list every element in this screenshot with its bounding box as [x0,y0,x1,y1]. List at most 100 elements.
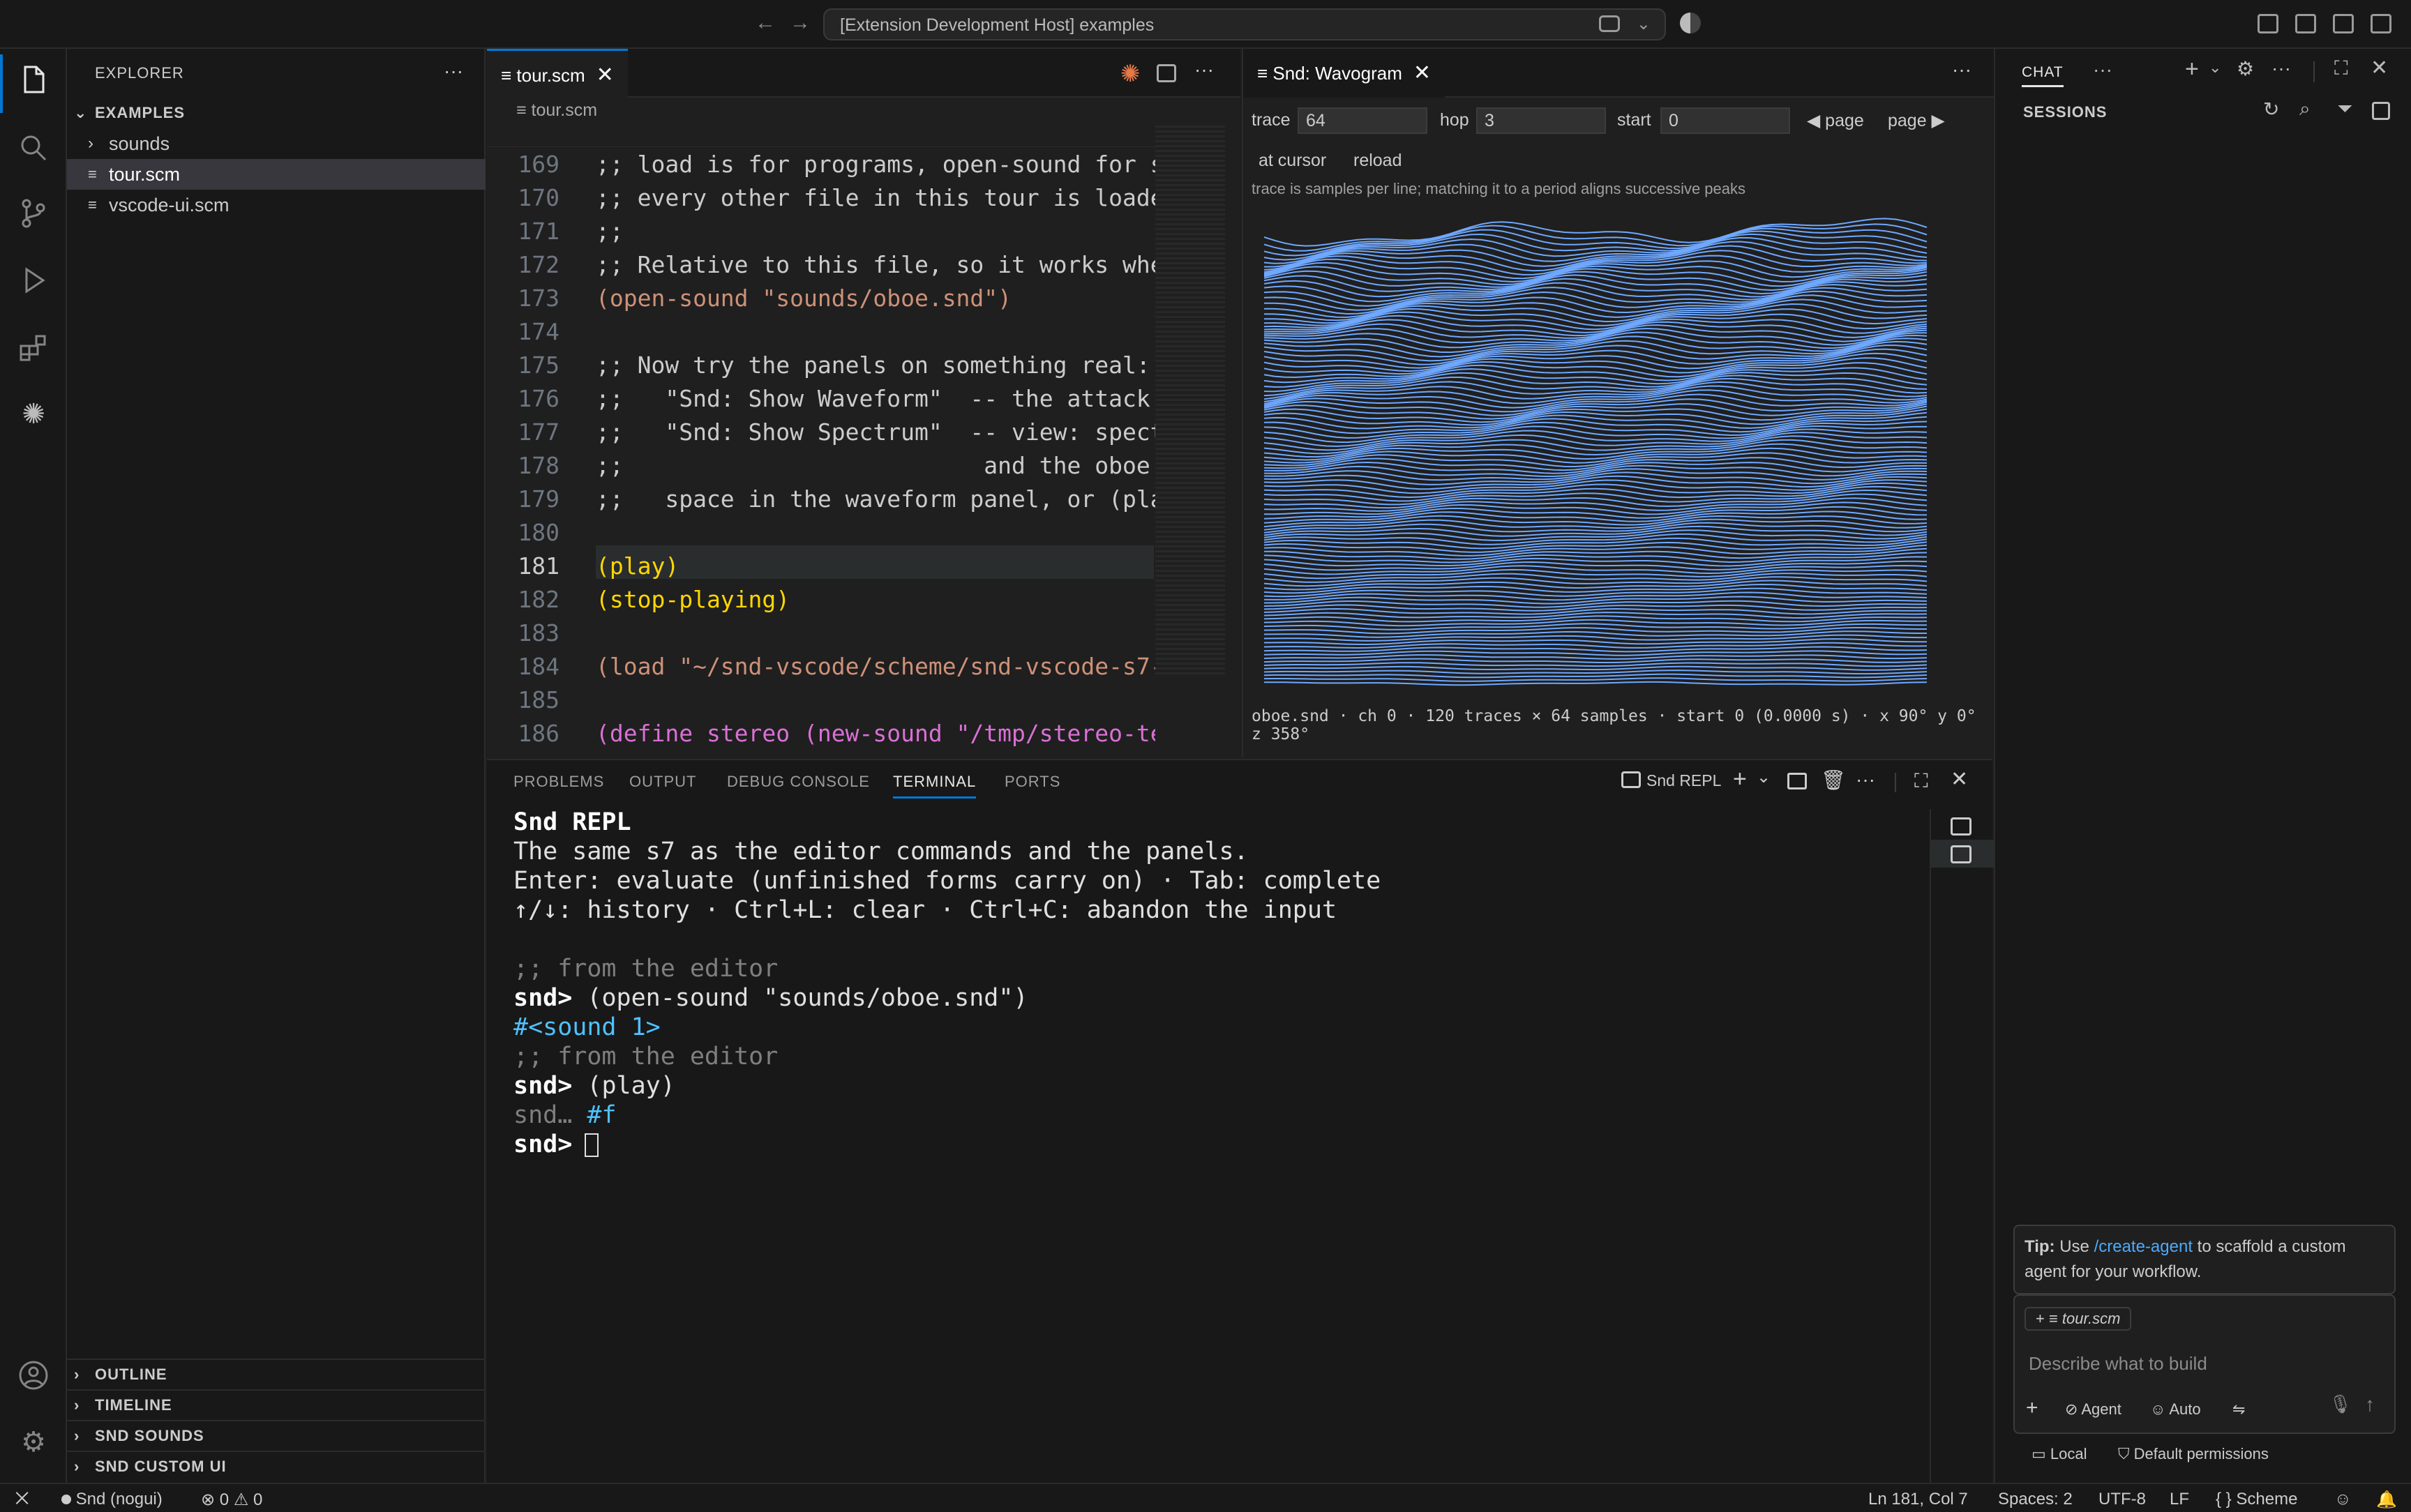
cursor-position[interactable]: Ln 181, Col 7 [1868,1490,1968,1509]
tree-item-sounds[interactable]: › sounds [67,128,486,159]
forward-arrow-icon[interactable]: → [790,11,811,35]
line-number: 175 [518,351,559,379]
tab-terminal[interactable]: TERMINAL [893,773,977,799]
chat-composer[interactable]: + ≡ tour.scm Describe what to build + ⊘ … [2013,1294,2396,1434]
more-actions-icon[interactable]: ··· [2271,57,2291,80]
chat-icon[interactable] [1599,15,1620,32]
language-mode[interactable]: { } Scheme [2216,1490,2297,1509]
context-chip[interactable]: + ≡ tour.scm [2025,1307,2132,1331]
tab-output[interactable]: OUTPUT [629,773,696,791]
more-actions-icon[interactable]: ··· [1856,769,1875,791]
bell-icon[interactable]: 🔔 [2376,1490,2397,1510]
line-text: (stop-playing) [596,586,790,613]
terminal-comment: ;; from the editor [513,955,779,983]
account-icon[interactable] [17,1359,50,1392]
refresh-icon[interactable]: ↻ [2263,98,2279,121]
more-actions-icon[interactable]: ··· [444,60,463,82]
section-label: SND CUSTOM UI [95,1458,227,1475]
prev-page-button[interactable]: ◀ page [1807,110,1864,131]
more-actions-icon[interactable]: ··· [1194,59,1214,81]
microphone-icon[interactable]: 🎙 [2329,1393,2352,1415]
folder-examples[interactable]: ⌄ EXAMPLES [67,98,486,128]
add-icon[interactable]: + [2026,1396,2038,1420]
new-terminal-icon[interactable]: + [1733,766,1747,793]
snd-icon[interactable]: ✺ [17,398,50,431]
next-page-button[interactable]: page ▶ [1888,110,1945,131]
indentation[interactable]: Spaces: 2 [1998,1490,2073,1509]
section-outline[interactable]: › OUTLINE [67,1359,486,1389]
chevron-down-icon[interactable]: ⌄ [1757,767,1771,787]
toggle-panel-icon[interactable] [2333,14,2354,33]
gear-icon[interactable]: ⚙ [2237,57,2254,80]
new-chat-icon[interactable]: + [2185,56,2199,83]
section-snd-custom-ui[interactable]: › SND CUSTOM UI [67,1451,486,1481]
filter-icon[interactable]: ⏷ [2337,98,2352,121]
manage-gear-icon[interactable]: ⚙ [17,1426,50,1459]
start-input[interactable]: 0 [1660,107,1790,134]
agent-mode-button[interactable]: ⊘ Agent [2065,1400,2121,1419]
chat-input[interactable]: Describe what to build [2029,1353,2207,1375]
tree-item-tour-scm[interactable]: ≡ tour.scm [67,159,486,190]
toggle-secondary-sidebar-icon[interactable] [2371,14,2391,33]
tab-wavogram[interactable]: ≡ Snd: Wavogram ✕ [1243,49,1445,98]
maximize-icon[interactable]: ⛶ [2334,57,2348,80]
split-editor-icon[interactable] [1157,64,1176,82]
extensions-icon[interactable] [17,331,50,364]
snd-status[interactable]: Snd (nogui) [61,1490,163,1509]
code-area[interactable]: 169 ;; load is for programs, open-sound f… [487,49,1155,757]
maximize-panel-icon[interactable]: ⛶ [1914,770,1928,793]
chat-tab[interactable]: CHAT [2022,64,2064,87]
encoding[interactable]: UTF-8 [2098,1490,2146,1509]
end-of-line[interactable]: LF [2170,1490,2189,1509]
terminal-result: #f [572,1101,617,1129]
problems-status[interactable]: ⊗ 0 ⚠ 0 [201,1490,262,1510]
add-context-icon[interactable]: + [2036,1310,2049,1327]
section-snd-sounds[interactable]: › SND SOUNDS [67,1420,486,1451]
tab-problems[interactable]: PROBLEMS [513,773,604,791]
terminal-name[interactable]: Snd REPL [1646,771,1721,790]
close-icon[interactable]: ✕ [1413,61,1431,84]
source-control-icon[interactable] [17,197,50,230]
minimap[interactable] [1155,126,1225,676]
tools-icon[interactable]: ⇋ [2232,1400,2245,1419]
line-number: 169 [518,151,559,178]
search-icon[interactable] [17,131,50,165]
command-center[interactable]: [Extension Development Host] examples ⌄ [823,8,1666,40]
at-cursor-button[interactable]: at cursor [1259,151,1326,171]
close-panel-icon[interactable]: ✕ [1951,767,1968,792]
copilot-icon[interactable] [1680,13,1701,33]
send-icon[interactable]: ↑ [2365,1393,2375,1416]
chevron-down-icon[interactable]: ⌄ [2209,59,2221,77]
hop-input[interactable]: 3 [1476,107,1606,134]
line-text: ;; Now try the panels on something real: [596,351,1150,379]
split-terminal-icon[interactable] [1787,773,1807,789]
wavogram-plot[interactable] [1264,209,1934,697]
more-actions-icon[interactable]: ··· [1952,59,1971,81]
chevron-down-icon[interactable]: ⌄ [1637,14,1651,34]
close-icon[interactable]: ✕ [2371,56,2388,80]
explorer-icon[interactable] [17,63,50,96]
toggle-sidebar-icon[interactable] [2295,14,2316,33]
section-timeline[interactable]: › TIMELINE [67,1389,486,1420]
line-number: 173 [518,285,559,312]
more-actions-icon[interactable]: ··· [2093,59,2112,81]
model-picker-button[interactable]: ☺ Auto [2150,1400,2201,1419]
tab-ports[interactable]: PORTS [1005,773,1060,791]
customize-layout-icon[interactable] [2258,14,2278,33]
terminal-instance-icon[interactable] [1951,817,1971,836]
trace-input[interactable]: 64 [1298,107,1427,134]
remote-icon[interactable]: ⨉ [15,1490,29,1509]
trash-icon[interactable]: 🗑 [1821,769,1846,792]
search-icon[interactable]: ⌕ [2299,98,2311,121]
run-debug-icon[interactable] [17,264,50,297]
tab-debug-console[interactable]: DEBUG CONSOLE [727,773,870,791]
create-agent-link[interactable]: /create-agent [2094,1237,2193,1256]
reload-button[interactable]: reload [1353,151,1402,171]
tree-item-vscode-ui-scm[interactable]: ≡ vscode-ui.scm [67,190,486,220]
copilot-status-icon[interactable]: ☺ [2334,1490,2352,1509]
toggle-view-icon[interactable] [2372,102,2390,120]
terminal-instance-icon[interactable] [1951,845,1971,863]
local-button[interactable]: ▭ Local [2031,1445,2087,1463]
back-arrow-icon[interactable]: ← [755,11,776,35]
permissions-button[interactable]: ⛉ Default permissions [2118,1445,2269,1463]
